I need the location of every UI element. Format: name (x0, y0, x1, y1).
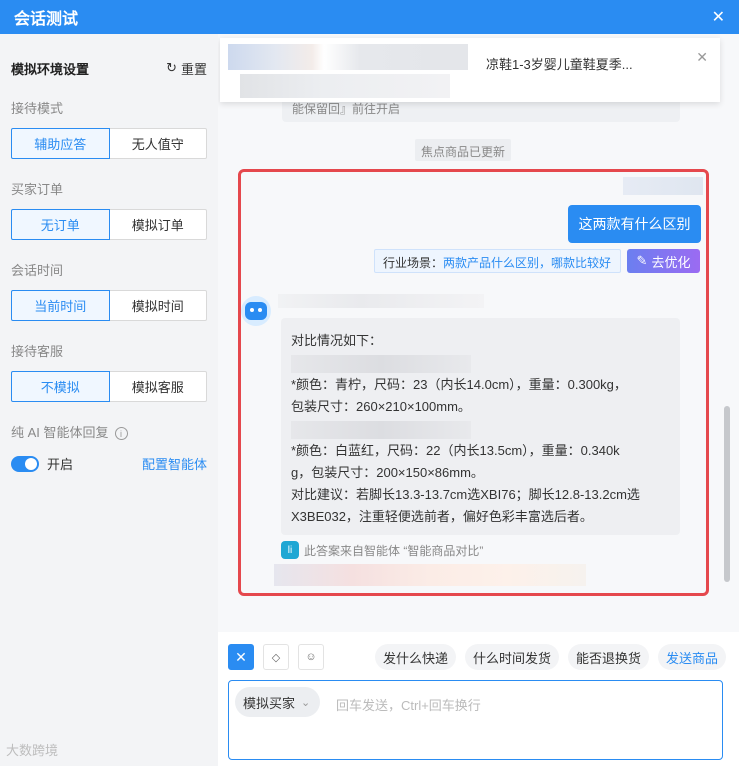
agent-icon: li (281, 541, 299, 559)
quick-reply-ship-time[interactable]: 什么时间发货 (465, 644, 560, 670)
robot-icon (245, 302, 267, 320)
ai-reply-text: 纯 AI 智能体回复 (11, 425, 109, 440)
watermark: 大数跨境 (6, 740, 58, 759)
optimize-button[interactable]: ✎ 去优化 (627, 249, 700, 273)
scenario-hint-label: 行业场景： (383, 256, 444, 270)
option-simulate-time[interactable]: 模拟时间 (109, 290, 207, 321)
buyer-order-label: 买家订单 (11, 182, 64, 197)
blurred-content (274, 564, 586, 586)
option-no-order[interactable]: 无订单 (11, 209, 110, 240)
chat-panel: 凉鞋1-3岁婴儿童鞋夏季... ✕ 能保留回』前往开启 焦点商品已更新 这两款有… (218, 34, 739, 766)
emoji-icon[interactable]: ☺ (298, 644, 324, 670)
bot-reply-blurred-line (291, 418, 670, 440)
settings-sidebar: 模拟环境设置 ↻ 重置 接待模式 辅助应答 无人值守 买家订单 无订单 模拟订单… (0, 34, 218, 766)
magic-wand-icon: ✎ (636, 253, 648, 268)
option-simulate-agent[interactable]: 模拟客服 (109, 371, 207, 402)
product-title: 凉鞋1-3岁婴儿童鞋夏季... (486, 57, 633, 72)
reset-label: 重置 (180, 61, 207, 77)
quick-reply-return[interactable]: 能否退换货 (568, 644, 650, 670)
scenario-hint-value: 两款产品什么区别，哪款比较好 (443, 256, 612, 270)
system-note: 焦点商品已更新 (415, 139, 512, 161)
bot-avatar (241, 296, 271, 326)
quick-reply-shipping[interactable]: 发什么快递 (375, 644, 457, 670)
agent-toggle: 不模拟 模拟客服 (11, 371, 207, 402)
ai-reply-toggle: 开启 (11, 454, 73, 473)
option-unattended[interactable]: 无人值守 (109, 128, 207, 159)
close-icon[interactable]: ✕ (696, 49, 708, 66)
bot-reply-line: *颜色：青柠，尺码：23（内长14.0cm），重量：0.300kg， (291, 377, 627, 392)
ai-reply-toggle-label: 开启 (47, 457, 74, 472)
input-placeholder: 回车发送，Ctrl+回车换行 (336, 698, 481, 713)
scrollbar[interactable] (724, 406, 730, 582)
close-icon[interactable]: ✕ (712, 7, 725, 27)
window-title: 会话测试 (14, 11, 79, 28)
configure-agent-link[interactable]: 配置智能体 (142, 454, 207, 473)
answer-source: li 此答案来自智能体 “智能商品对比” (281, 541, 483, 559)
reception-mode-toggle: 辅助应答 无人值守 (11, 128, 207, 159)
send-product-button[interactable]: 发送商品 (658, 644, 727, 670)
clear-icon[interactable]: ✕ (228, 644, 254, 670)
buyer-select-label: 模拟买家 (243, 695, 296, 711)
sidebar-title: 模拟环境设置 (11, 61, 90, 77)
optimize-label: 去优化 (651, 254, 691, 270)
bot-reply: 对比情况如下： *颜色：青柠，尺码：23（内长14.0cm），重量：0.300k… (281, 318, 680, 535)
bot-reply-line: X3BE032，注重轻便选前者，偏好色彩丰富选后者。 (291, 509, 593, 524)
tag-icon[interactable]: ◇ (263, 644, 289, 670)
ai-reply-row: 开启 配置智能体 (11, 454, 207, 473)
reset-button[interactable]: ↻ 重置 (166, 59, 207, 78)
session-time-label: 会话时间 (11, 263, 64, 278)
composer-toolbar: ✕ ◇ ☺ 发什么快递 什么时间发货 能否退换货 发送商品 (218, 640, 739, 674)
bot-reply-blurred-line (291, 352, 670, 374)
bot-reply-line: g，包装尺寸：200×150×86mm。 (291, 465, 484, 480)
info-icon[interactable]: i (114, 427, 128, 441)
agent-label: 接待客服 (11, 344, 64, 359)
title-bar: 会话测试 ✕ (0, 0, 739, 34)
buyer-select[interactable]: 模拟买家 ⌄ (235, 687, 321, 717)
chat-area: 凉鞋1-3岁婴儿童鞋夏季... ✕ 能保留回』前往开启 焦点商品已更新 这两款有… (218, 34, 739, 632)
scenario-hint: 行业场景：两款产品什么区别，哪款比较好 (374, 249, 621, 273)
buyer-order-toggle: 无订单 模拟订单 (11, 209, 207, 240)
buyer-name-blur (623, 177, 703, 195)
answer-source-text: 此答案来自智能体 “智能商品对比” (304, 543, 484, 558)
bot-reply-line: 对比建议：若脚长13.3-13.7cm选XBI76；脚长12.8-13.2cm选 (291, 487, 640, 502)
chevron-down-icon: ⌄ (301, 696, 311, 709)
sidebar-header: 模拟环境设置 ↻ 重置 (11, 34, 207, 100)
bot-reply-line: 包装尺寸：260×210×100mm。 (291, 399, 471, 414)
watermark-text: 大数跨境 (6, 743, 59, 758)
product-card[interactable]: 凉鞋1-3岁婴儿童鞋夏季... ✕ (220, 38, 720, 102)
reception-mode-label: 接待模式 (11, 101, 64, 116)
quick-replies: 发什么快递 什么时间发货 能否退换货 发送商品 (375, 644, 727, 670)
refresh-icon: ↻ (166, 60, 177, 75)
buyer-message: 这两款有什么区别 (568, 205, 701, 243)
option-current-time[interactable]: 当前时间 (11, 290, 110, 321)
bot-reply-line: *颜色：白蓝红，尺码：22（内长13.5cm），重量：0.340k (291, 443, 620, 458)
option-no-simulate[interactable]: 不模拟 (11, 371, 110, 402)
message-input[interactable]: 模拟买家 ⌄ 回车发送，Ctrl+回车换行 (228, 680, 723, 760)
product-image-blur (228, 44, 468, 70)
product-info-blur (240, 74, 450, 98)
bot-name-blur (278, 294, 484, 308)
bot-reply-line: 对比情况如下： (291, 333, 383, 348)
ai-reply-label: 纯 AI 智能体回复 i (11, 424, 207, 452)
option-assisted-reply[interactable]: 辅助应答 (11, 128, 110, 159)
ai-reply-switch[interactable] (11, 455, 39, 472)
option-simulate-order[interactable]: 模拟订单 (109, 209, 207, 240)
session-time-toggle: 当前时间 模拟时间 (11, 290, 207, 321)
